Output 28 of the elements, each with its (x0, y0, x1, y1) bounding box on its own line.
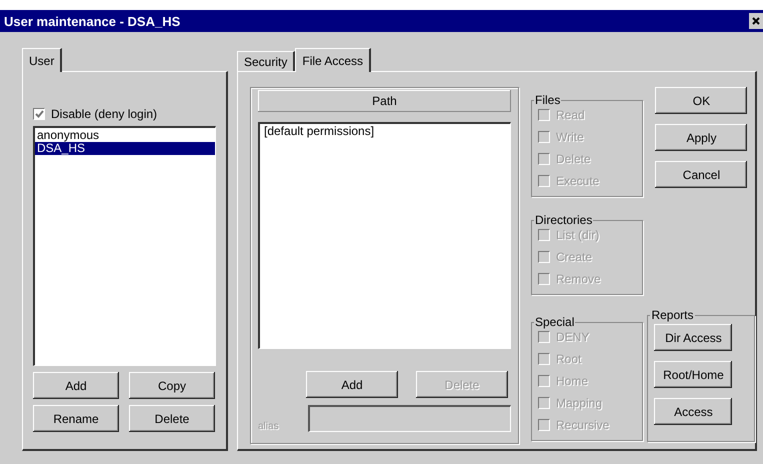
window-title: User maintenance - DSA_HS (4, 14, 180, 28)
group-title: Reports (650, 308, 694, 322)
button[interactable]: Cancel (655, 161, 748, 188)
group-title: Files (534, 93, 562, 107)
button[interactable]: Root/Home (654, 361, 732, 388)
group-title: Directories (534, 213, 594, 227)
button[interactable]: Access (654, 398, 732, 425)
button[interactable]: Add (306, 371, 398, 398)
button[interactable]: Apply (655, 124, 748, 151)
button[interactable]: Delete (129, 405, 215, 432)
list-item[interactable]: anonymous (35, 129, 215, 142)
button[interactable]: Dir Access (654, 324, 732, 351)
button[interactable]: Rename (33, 405, 119, 432)
button[interactable]: Add (33, 372, 119, 399)
group-title: Special (534, 315, 576, 329)
tab[interactable]: File Access (295, 48, 372, 72)
button[interactable]: Copy (129, 372, 215, 399)
button[interactable]: OK (655, 87, 748, 114)
tab[interactable]: User (22, 48, 62, 72)
list-item[interactable]: DSA_HS (35, 142, 215, 155)
list-item[interactable]: [default permissions] (260, 125, 510, 138)
column-header[interactable]: Path (258, 90, 511, 112)
checkbox-label: Disable (deny login) (51, 107, 158, 121)
checkbox[interactable] (33, 108, 45, 120)
tab[interactable]: Security (237, 51, 296, 71)
close-icon (752, 17, 760, 25)
close-button[interactable] (749, 13, 763, 29)
checkmark-icon (34, 110, 44, 118)
